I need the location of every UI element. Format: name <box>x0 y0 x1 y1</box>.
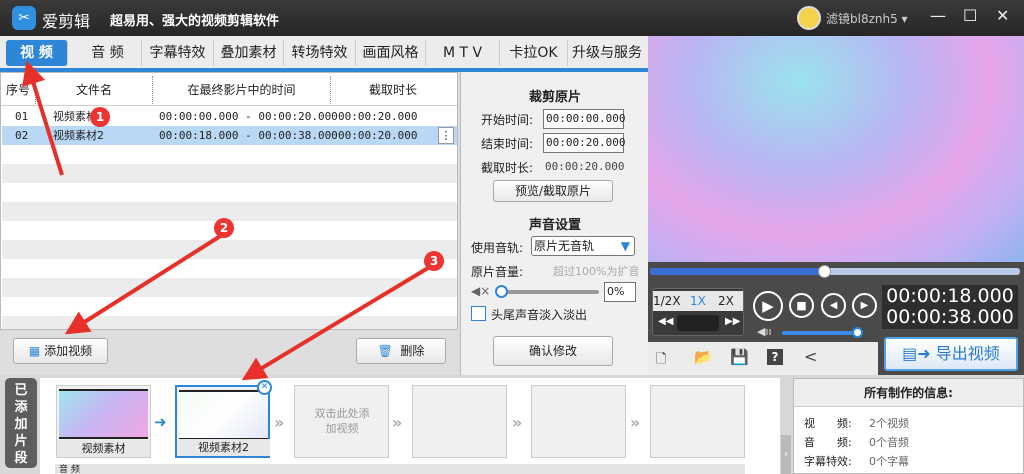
annotation-marker-2: 2 <box>214 218 234 238</box>
annotation-arrow-3 <box>241 266 430 381</box>
annotation-arrow-1 <box>22 60 64 176</box>
annotation-marker-1: 1 <box>90 107 110 127</box>
annotation-marker-3: 3 <box>424 251 444 271</box>
annotation-arrow-2 <box>64 233 224 335</box>
annotation-arrows <box>22 60 430 381</box>
